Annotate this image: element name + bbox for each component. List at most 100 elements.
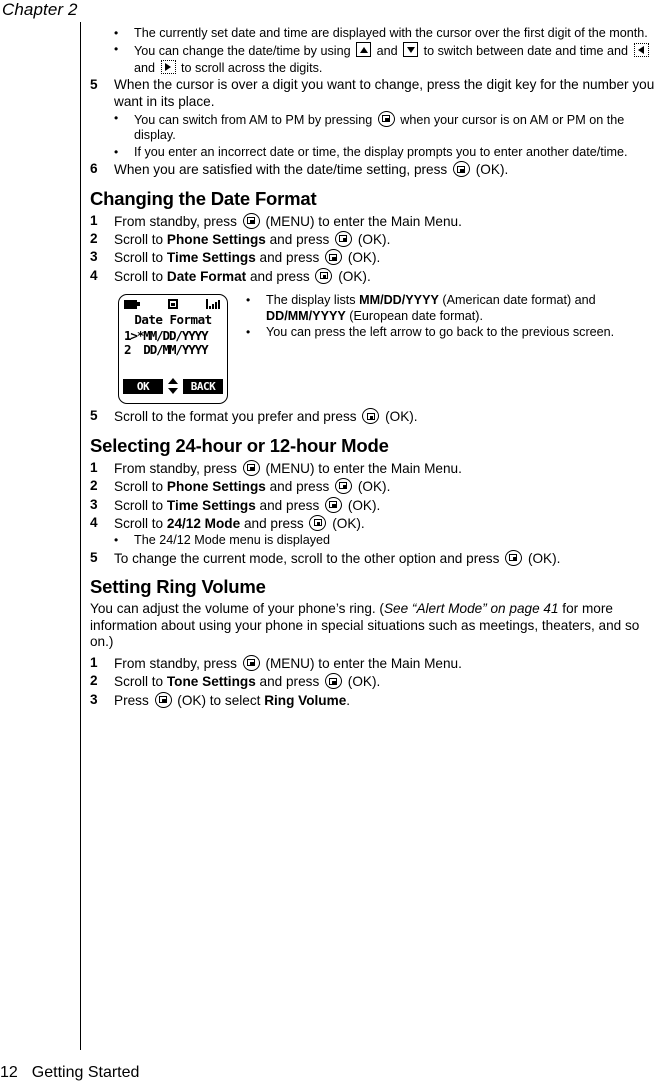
text-segment: (MENU) to enter the Main Menu. — [261, 460, 462, 476]
bullet-dot: • — [114, 42, 119, 57]
step-text: Press (OK) to select Ring Volume. — [114, 691, 655, 709]
nav-down-icon — [403, 42, 419, 58]
step-number: 2 — [90, 231, 98, 247]
list-item-text: If you enter an incorrect date or time, … — [134, 144, 628, 159]
page-footer: 12 Getting Started — [0, 1064, 139, 1082]
menu-name: Ring Volume — [264, 692, 347, 708]
text-segment: and press — [265, 479, 334, 495]
ok-softkey-icon — [325, 496, 343, 513]
step-number: 1 — [90, 654, 98, 670]
numbered-step: 6 When you are satisfied with the date/t… — [90, 161, 655, 178]
text-segment: (OK). — [381, 409, 418, 425]
text-segment: (OK). — [472, 162, 509, 178]
list-item: • If you enter an incorrect date or time… — [90, 145, 655, 160]
step-text: Scroll to 24/12 Mode and press (OK). — [114, 514, 655, 532]
phone-display-illustration: Date Format 1>*MM/DD/YYYY 2 DD/MM/YYYY O… — [118, 294, 228, 405]
text-segment: Scroll to — [114, 674, 167, 690]
text-segment: From standby, press — [114, 213, 241, 229]
text-segment: Scroll to — [114, 515, 167, 531]
cross-reference: See “Alert Mode” on page 41 — [383, 601, 559, 617]
nav-right-icon — [160, 59, 176, 74]
text-segment: Scroll to — [114, 250, 167, 266]
list-item: • You can press the left arrow to go bac… — [246, 325, 655, 340]
bullet-dot: • — [246, 325, 251, 340]
battery-icon — [124, 300, 140, 310]
phone-screen-option-2: 2 DD/MM/YYYY — [124, 342, 209, 358]
ok-softkey-icon — [335, 231, 353, 248]
step-number: 5 — [90, 408, 98, 424]
numbered-step: 1 From standby, press (MENU) to enter th… — [90, 212, 655, 230]
numbered-step: 3 Press (OK) to select Ring Volume. — [90, 691, 655, 709]
numbered-step: 3 Scroll to Time Settings and press (OK)… — [90, 249, 655, 266]
phone-screen-title: Date Format — [134, 312, 212, 328]
scroll-updown-icon — [168, 378, 179, 395]
text-segment: (OK). — [344, 497, 381, 513]
list-item: • The currently set date and time are di… — [90, 26, 655, 41]
step-number: 4 — [90, 267, 98, 283]
step-text: Scroll to Tone Settings and press (OK). — [114, 673, 655, 690]
text-segment: to scroll across the digits. — [177, 60, 323, 75]
signal-bars-icon — [206, 299, 222, 310]
menu-name: Phone Settings — [166, 479, 266, 495]
softkey-ok-label: OK — [123, 378, 163, 394]
footer-section-name: Getting Started — [31, 1064, 140, 1081]
text-segment: Press — [114, 692, 153, 708]
section-heading-date-format: Changing the Date Format — [90, 187, 317, 209]
step-number: 3 — [90, 691, 98, 707]
softkey-back-label: BACK — [183, 378, 223, 394]
step-text: When the cursor is over a digit you want… — [114, 77, 655, 109]
bullet-dot: • — [114, 111, 119, 126]
text-segment: (MENU) to enter the Main Menu. — [261, 655, 462, 671]
list-item: • The 24/12 Mode menu is displayed — [90, 533, 655, 548]
step-text: Scroll to Time Settings and press (OK). — [114, 496, 655, 514]
ok-softkey-icon — [325, 673, 343, 690]
numbered-step: 1 From standby, press (MENU) to enter th… — [90, 654, 655, 672]
text-segment: Scroll to — [114, 268, 167, 284]
bullet-dot: • — [114, 144, 119, 159]
text-segment: and — [134, 60, 159, 75]
text-segment: Scroll to — [114, 479, 167, 495]
numbered-step: 4 Scroll to 24/12 Mode and press (OK). — [90, 514, 655, 532]
list-item-text: The display lists MM/DD/YYYY (American d… — [266, 293, 655, 324]
text-segment: . — [346, 692, 351, 708]
text-segment: You can adjust the volume of your phone’… — [90, 601, 384, 617]
ok-softkey-icon — [335, 478, 353, 495]
step-number: 2 — [90, 673, 98, 689]
list-item-text: You can press the left arrow to go back … — [266, 325, 615, 340]
phone-status-bar — [124, 299, 222, 310]
list-item-text: The currently set date and time are disp… — [134, 26, 648, 40]
menu-name: Time Settings — [166, 497, 256, 513]
step-text: When you are satisfied with the date/tim… — [114, 161, 655, 178]
text-segment: (OK) to select — [173, 692, 265, 708]
phone-screen-option-1: 1>*MM/DD/YYYY — [124, 328, 209, 344]
step-number: 1 — [90, 212, 98, 228]
text-segment: Scroll to — [114, 232, 167, 248]
text-segment: From standby, press — [114, 460, 241, 476]
step-number: 4 — [90, 514, 98, 530]
ok-softkey-icon — [242, 212, 260, 229]
message-envelope-icon — [168, 299, 178, 310]
figure-notes: • The display lists MM/DD/YYYY (American… — [228, 291, 655, 341]
text-segment: (OK). — [524, 550, 561, 566]
text-segment: You can switch from AM to PM by pressing — [134, 113, 376, 128]
text-segment: and — [373, 44, 402, 59]
text-segment: (OK). — [334, 268, 371, 284]
chapter-running-head: Chapter 2 — [2, 0, 78, 19]
text-segment: (OK). — [344, 674, 381, 690]
ok-softkey-icon — [242, 459, 260, 476]
ok-softkey-icon — [315, 267, 333, 284]
text-segment: and press — [255, 250, 324, 266]
page-content: • The currently set date and time are di… — [90, 26, 655, 710]
bullet-dot: • — [114, 533, 119, 548]
text-segment: and press — [255, 497, 324, 513]
phone-softkey-bar: OK BACK — [123, 378, 223, 395]
step-number: 3 — [90, 496, 98, 512]
menu-name: Time Settings — [166, 250, 256, 266]
step-text: Scroll to Time Settings and press (OK). — [114, 249, 655, 266]
ok-softkey-icon — [309, 514, 327, 531]
text-segment: and press — [265, 232, 334, 248]
step-number: 5 — [90, 549, 98, 565]
list-item-text: You can change the date/time by using an… — [134, 42, 655, 76]
step-number: 2 — [90, 478, 98, 494]
step-text: Scroll to Phone Settings and press (OK). — [114, 231, 655, 248]
